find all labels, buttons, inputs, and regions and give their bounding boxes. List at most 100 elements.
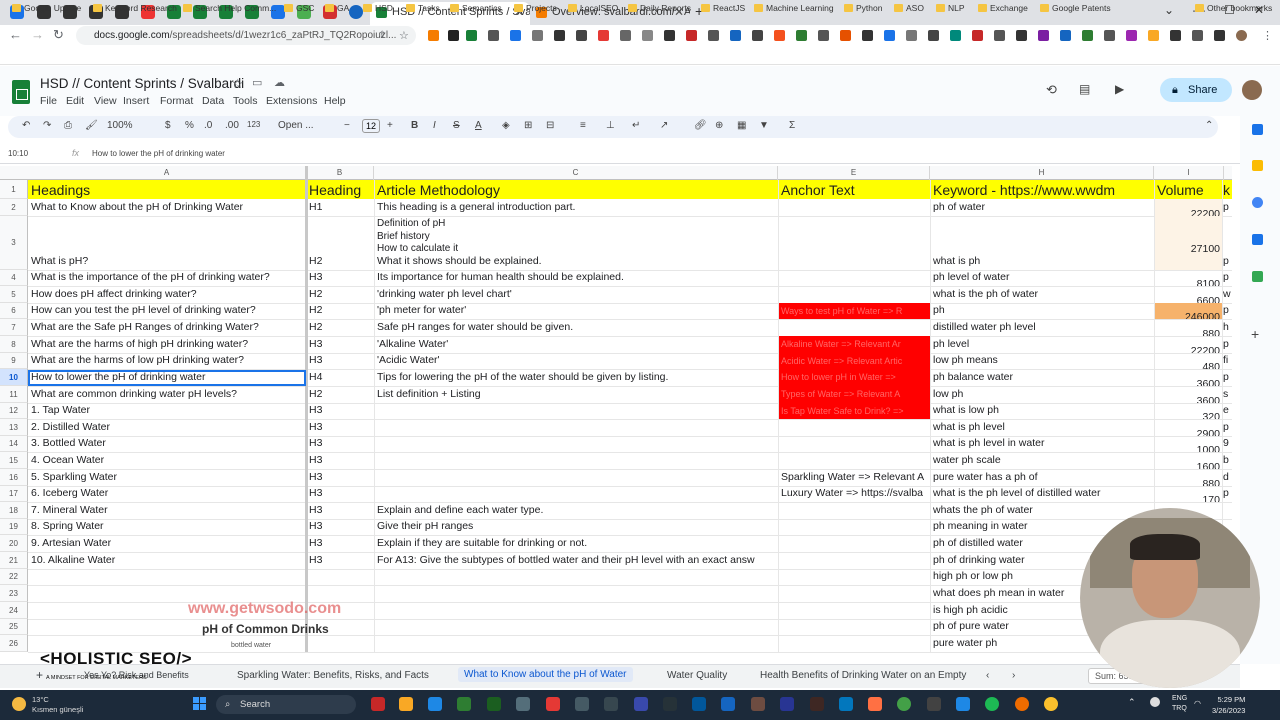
cell-methodology[interactable]: Tips for lowering the pH of the water sh… bbox=[374, 371, 778, 383]
taskbar-app-icon[interactable] bbox=[487, 697, 501, 711]
extension-icon[interactable] bbox=[642, 30, 653, 41]
functions-icon[interactable]: Σ bbox=[789, 120, 795, 131]
header-anchor[interactable]: Anchor Text bbox=[778, 180, 930, 199]
cell-heading[interactable]: 1. Tap Water bbox=[28, 404, 306, 416]
extension-icon[interactable] bbox=[1082, 30, 1093, 41]
cell-volume[interactable]: 170 bbox=[1154, 486, 1222, 502]
taskbar-app-icon[interactable] bbox=[956, 697, 970, 711]
document-title[interactable]: HSD // Content Sprints / Svalbardi bbox=[40, 76, 244, 91]
cell-heading-level[interactable]: H3 bbox=[306, 404, 374, 416]
cell-heading-level[interactable]: H3 bbox=[306, 354, 374, 366]
cell-keyword[interactable]: what is the ph level of distilled water bbox=[930, 487, 1154, 499]
cell-extra[interactable]: 9 bbox=[1222, 437, 1232, 449]
cell-heading[interactable]: 9. Artesian Water bbox=[28, 537, 306, 549]
cell-extra[interactable]: p bbox=[1222, 304, 1232, 316]
bookmark-item[interactable]: ReactJS bbox=[701, 3, 745, 13]
row-header[interactable]: 15 bbox=[0, 452, 28, 469]
bookmark-item[interactable]: Exchange bbox=[978, 3, 1028, 13]
sheet-tab[interactable]: Sparkling Water: Benefits, Risks, and Fa… bbox=[237, 670, 429, 681]
extension-icon[interactable] bbox=[818, 30, 829, 41]
cell-keyword[interactable]: what is ph bbox=[930, 255, 1154, 267]
cell-keyword[interactable]: what is low ph bbox=[930, 404, 1154, 416]
add-addon-icon[interactable]: + bbox=[1251, 326, 1259, 342]
bookmark-item[interactable]: LocalSEO bbox=[568, 3, 618, 13]
cell-methodology[interactable]: Explain if they are suitable for drinkin… bbox=[374, 537, 778, 549]
column-header-a[interactable]: A bbox=[28, 166, 306, 180]
taskbar-app-icon[interactable] bbox=[780, 697, 794, 711]
taskbar-app-icon[interactable] bbox=[634, 697, 648, 711]
extension-icon[interactable] bbox=[1126, 30, 1137, 41]
bookmark-item[interactable]: Other bookmarks bbox=[1195, 3, 1272, 13]
menu-format[interactable]: Format bbox=[160, 95, 193, 107]
cell-heading[interactable]: 3. Bottled Water bbox=[28, 437, 306, 449]
chrome-icon[interactable] bbox=[1015, 697, 1029, 711]
currency-format[interactable]: $ bbox=[165, 120, 171, 131]
bookmark-item[interactable]: GSC bbox=[284, 3, 314, 13]
chrome-canary-icon[interactable] bbox=[1044, 697, 1058, 711]
cell-volume[interactable]: 1000 bbox=[1154, 436, 1222, 452]
header-keyword[interactable]: Keyword - https://www.wwdm bbox=[930, 180, 1154, 199]
puzzle-icon[interactable] bbox=[1214, 30, 1225, 41]
extension-icon[interactable] bbox=[950, 30, 961, 41]
bookmark-item[interactable]: NLP bbox=[936, 3, 965, 13]
cell-heading-level[interactable]: H1 bbox=[306, 201, 374, 213]
cell-volume[interactable]: 8100 bbox=[1154, 270, 1222, 286]
comments-icon[interactable]: ▤ bbox=[1079, 82, 1090, 96]
cell-volume[interactable]: 1600 bbox=[1154, 452, 1222, 469]
frozen-column-divider[interactable] bbox=[305, 166, 308, 652]
paint-format-icon[interactable]: 🖌︎ bbox=[85, 120, 98, 131]
cell-heading[interactable]: 7. Mineral Water bbox=[28, 504, 306, 516]
extension-icon[interactable] bbox=[686, 30, 697, 41]
extension-icon[interactable] bbox=[928, 30, 939, 41]
row-header[interactable]: 24 bbox=[0, 602, 28, 619]
row-header[interactable]: 1 bbox=[0, 180, 28, 199]
cell-keyword[interactable]: what is ph level bbox=[930, 421, 1154, 433]
cell-heading[interactable]: What to Know about the pH of Drinking Wa… bbox=[28, 201, 306, 213]
extension-icon[interactable] bbox=[576, 30, 587, 41]
fill-color-icon[interactable]: ◈ bbox=[502, 120, 510, 131]
cell-keyword[interactable]: what is the ph of water bbox=[930, 288, 1154, 300]
extension-icon[interactable] bbox=[884, 30, 895, 41]
redo-icon[interactable]: ↷ bbox=[43, 120, 51, 131]
cell-keyword[interactable]: what is ph level in water bbox=[930, 437, 1154, 449]
cell-extra[interactable]: s bbox=[1222, 388, 1232, 400]
star-icon[interactable]: ☆ bbox=[232, 76, 244, 92]
borders-icon[interactable]: ⊞ bbox=[524, 120, 532, 131]
italic-icon[interactable]: I bbox=[433, 120, 436, 131]
name-box[interactable]: 10:10 bbox=[8, 149, 28, 158]
cell-heading-level[interactable]: H2 bbox=[306, 321, 374, 333]
cell-methodology[interactable]: Its importance for human health should b… bbox=[374, 271, 778, 283]
taskbar-app-icon[interactable] bbox=[516, 697, 530, 711]
cell-methodology[interactable]: This heading is a general introduction p… bbox=[374, 201, 778, 213]
avatar[interactable] bbox=[1242, 80, 1262, 100]
cell-heading-level[interactable]: H3 bbox=[306, 454, 374, 466]
url-bar[interactable]: docs.google.com/spreadsheets/d/1wezr1c6_… bbox=[76, 26, 416, 45]
cell-volume[interactable]: 3600 bbox=[1154, 369, 1222, 386]
cell-keyword[interactable]: ph bbox=[930, 304, 1154, 316]
cell-anchor-text-highlight[interactable]: Is Tap Water Safe to Drink? => bbox=[778, 403, 930, 419]
extension-icon[interactable] bbox=[1060, 30, 1071, 41]
column-header-i[interactable]: I bbox=[1154, 166, 1224, 180]
cell-heading-level[interactable]: H2 bbox=[306, 255, 374, 267]
cell-heading[interactable]: 10. Alkaline Water bbox=[28, 554, 306, 566]
cell-methodology[interactable]: 'drinking water ph level chart' bbox=[374, 288, 778, 300]
selected-cell[interactable] bbox=[28, 370, 306, 386]
cell-anchor-text-highlight[interactable]: Types of Water => Relevant A bbox=[778, 386, 930, 403]
wrap-icon[interactable]: ↵ bbox=[632, 120, 640, 131]
wifi-icon[interactable]: ◠ bbox=[1194, 699, 1201, 708]
collapse-toolbar-icon[interactable]: ⌃ bbox=[1205, 120, 1213, 131]
font-size-input[interactable]: 12 bbox=[362, 119, 380, 133]
cell-anchor-text[interactable]: Luxury Water => https://svalba bbox=[778, 487, 930, 499]
cell-heading[interactable]: What are common drinking water pH levels… bbox=[28, 388, 306, 400]
tab-search-icon[interactable]: ⌄ bbox=[1164, 3, 1174, 17]
extension-icon[interactable] bbox=[428, 30, 439, 41]
taskbar-app-icon[interactable] bbox=[371, 697, 385, 711]
extension-icon[interactable] bbox=[1148, 30, 1159, 41]
cell-heading[interactable]: What are the Safe pH Ranges of drinking … bbox=[28, 321, 306, 333]
cell-heading-level[interactable]: H3 bbox=[306, 437, 374, 449]
font-size-decrease[interactable]: − bbox=[344, 120, 350, 131]
header-extra[interactable]: k bbox=[1222, 180, 1232, 199]
cell-keyword[interactable]: ph of water bbox=[930, 201, 1154, 213]
cell-keyword[interactable]: water ph scale bbox=[930, 454, 1154, 466]
cell-methodology[interactable]: 'Acidic Water' bbox=[374, 354, 778, 366]
